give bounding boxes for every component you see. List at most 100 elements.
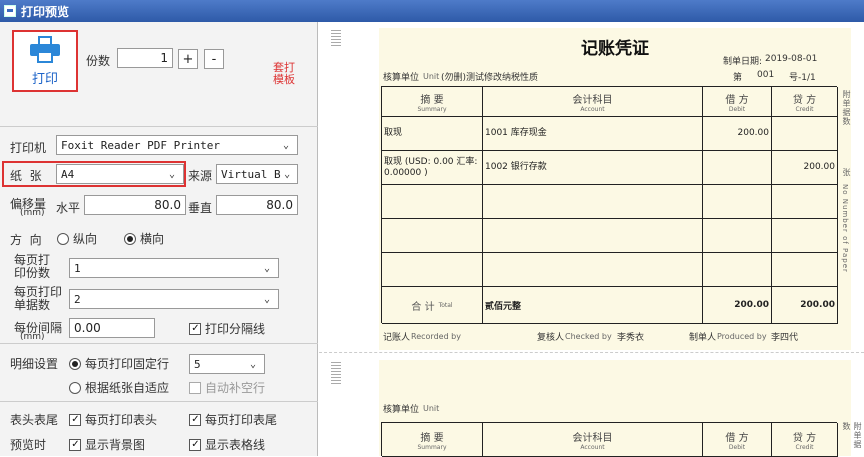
unit-label-en: Unit — [423, 404, 440, 413]
table-row-cell — [772, 117, 838, 151]
header-label-en: Credit — [795, 443, 814, 451]
table-row-cell: 取现 — [382, 117, 483, 151]
voucher-no-label: 第 — [733, 73, 743, 83]
detail-label: 明细设置 — [10, 357, 59, 371]
table-row-cell — [772, 185, 838, 219]
paper-source-label: 来源 — [188, 169, 213, 183]
header-label: 贷 方 — [792, 94, 817, 106]
orientation-landscape-radio[interactable]: 横向 — [124, 230, 164, 247]
page-divider — [319, 352, 864, 353]
offset-vertical-label: 垂直 — [188, 201, 213, 215]
offset-vertical-input[interactable]: 80.0 — [216, 195, 298, 215]
header-label-en: Debit — [728, 105, 746, 113]
total-debit: 200.00 — [734, 300, 769, 310]
printer-select[interactable]: Foxit Reader PDF Printer ⌄ — [56, 135, 298, 155]
chevron-down-icon: ⌄ — [249, 358, 257, 370]
copies-decrement-button[interactable]: - — [204, 49, 224, 69]
checkbox-checked-icon — [69, 438, 81, 451]
table-row-cell — [772, 253, 838, 287]
table-row-cell — [703, 219, 772, 253]
table-row-cell — [382, 185, 483, 219]
voucher-no-value: 001 — [757, 70, 775, 80]
printer-select-value: Foxit Reader PDF Printer — [61, 138, 220, 152]
total-words: 贰佰元整 — [485, 301, 522, 312]
unit-label: 核算单位 — [383, 73, 420, 83]
cell-text: 取现 (USD: 0.00 汇率: 0.00000 ) — [384, 156, 478, 178]
unit-value: (勿删)测试修改纳税性质 — [441, 73, 539, 83]
copies-increment-button[interactable]: + — [178, 49, 198, 69]
header-label: 贷 方 — [792, 432, 817, 444]
table-row-cell: 取现 (USD: 0.00 汇率: 0.00000 ) — [382, 151, 483, 185]
checker-label: 复核人 — [537, 333, 565, 343]
detail-fixed-rows-select[interactable]: 5 ⌄ — [189, 354, 265, 374]
header-label-en: Account — [580, 443, 605, 451]
offset-horizontal-input[interactable]: 80.0 — [84, 195, 186, 215]
header-label: 借 方 — [725, 94, 749, 106]
print-button[interactable]: 打印 — [12, 30, 78, 92]
date-value: 2019-08-01 — [765, 54, 818, 64]
chevron-down-icon: ⌄ — [284, 168, 291, 180]
separator-line-checkbox[interactable]: 打印分隔线 — [189, 320, 265, 337]
chevron-down-icon: ⌄ — [168, 168, 176, 180]
table-row-cell — [703, 185, 772, 219]
header-label: 摘 要 — [420, 94, 444, 106]
attachments-side-unit: 张 — [842, 168, 851, 177]
orientation-portrait-radio[interactable]: 纵向 — [57, 230, 97, 247]
header-label-en: Summary — [417, 105, 447, 113]
template-print-button[interactable]: 套打 模板 — [266, 62, 302, 86]
divider — [0, 343, 318, 344]
checker-label-en: Checked by — [565, 332, 612, 341]
paper-select[interactable]: A4 ⌄ — [56, 164, 184, 184]
table-header-cell: 会计科目 Account — [483, 87, 703, 117]
checkbox-checked-icon — [189, 322, 201, 335]
header-label: 会计科目 — [572, 432, 613, 444]
checker-value: 李秀衣 — [617, 333, 645, 343]
table-header-cell: 会计科目 Account — [483, 423, 703, 457]
bookkeeper-label: 记账人 — [383, 333, 411, 343]
copies-label: 份数 — [86, 54, 111, 68]
chevron-down-icon: ⌄ — [263, 293, 271, 305]
cell-text: 200.00 — [737, 128, 770, 138]
table-header-cell: 借 方 Debit — [703, 423, 772, 457]
table-row-cell — [483, 219, 703, 253]
table-header-cell: 贷 方 Credit — [772, 87, 838, 117]
divider — [0, 126, 318, 127]
per-page-docs-select[interactable]: 2 ⌄ — [69, 289, 279, 309]
header-footer-label: 表头表尾 — [10, 413, 59, 427]
detail-auto-fit-radio[interactable]: 根据纸张自适应 — [69, 379, 169, 396]
per-page-copies-select[interactable]: 1 ⌄ — [69, 258, 279, 278]
paper-source-select[interactable]: Virtual Bin ⌄ — [216, 164, 298, 184]
total-label: 合 计 — [411, 301, 435, 313]
per-page-docs-label: 每页打印 单据数 — [14, 285, 63, 312]
window-title: 打印预览 — [21, 4, 70, 19]
preview-pane[interactable]: 记账凭证 制单日期: 2019-08-01 核算单位 Unit (勿删)测试修改… — [319, 22, 864, 457]
auto-fill-rows-checkbox[interactable]: 自动补空行 — [189, 379, 265, 396]
divider — [0, 401, 318, 402]
checkbox-checked-icon — [189, 413, 201, 426]
bookkeeper-label-en: Recorded by — [411, 332, 461, 341]
header-label: 摘 要 — [420, 432, 444, 444]
header-label-en: Credit — [795, 105, 814, 113]
detail-fixed-rows-radio[interactable]: 每页打印固定行 — [69, 355, 169, 372]
copies-input[interactable]: 1 — [117, 48, 173, 68]
chevron-down-icon: ⌄ — [263, 262, 271, 274]
maker-label: 制单人 — [689, 333, 717, 343]
print-header-checkbox[interactable]: 每页打印表头 — [69, 411, 157, 428]
checkbox-checked-icon — [69, 413, 81, 426]
table-row-cell — [382, 253, 483, 287]
copy-gap-input[interactable]: 0.00 — [69, 318, 155, 338]
printer-label: 打印机 — [10, 141, 47, 155]
total-words-cell: 贰佰元整 — [483, 287, 703, 324]
table-row-cell: 1001 库存现金 — [483, 117, 703, 151]
print-footer-checkbox[interactable]: 每页打印表尾 — [189, 411, 277, 428]
attachments-side-label: 附单据数 — [842, 90, 851, 126]
table-row-cell — [483, 185, 703, 219]
table-row-cell — [703, 253, 772, 287]
show-background-checkbox[interactable]: 显示背景图 — [69, 436, 145, 453]
table-row-cell: 200.00 — [703, 117, 772, 151]
show-gridlines-checkbox[interactable]: 显示表格线 — [189, 436, 265, 453]
cell-text: 200.00 — [803, 162, 836, 172]
window-titlebar: 打印预览 — [0, 0, 864, 22]
checkbox-checked-icon — [189, 438, 201, 451]
total-debit-cell: 200.00 — [703, 287, 772, 324]
